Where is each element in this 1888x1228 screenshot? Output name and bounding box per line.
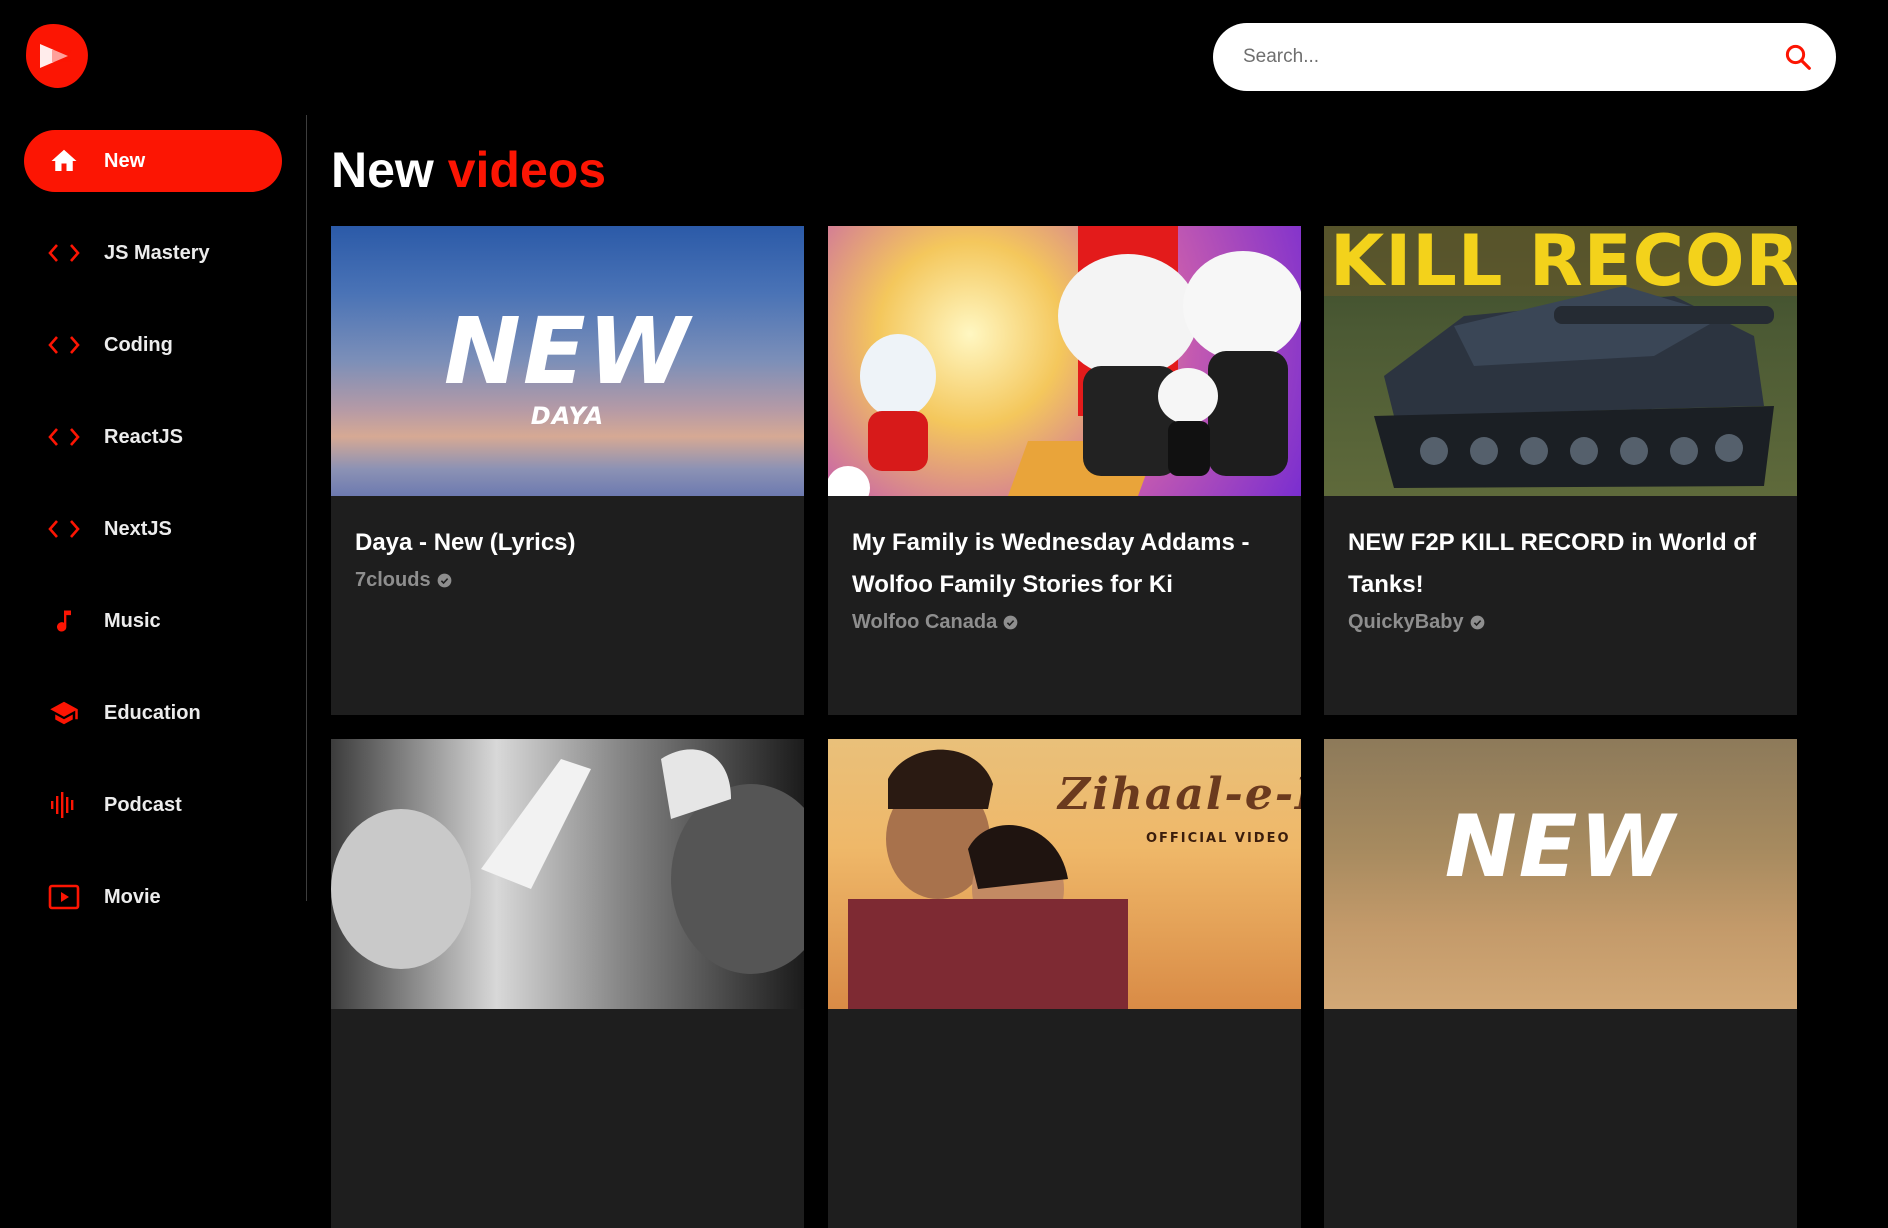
top-bar [0,0,1888,110]
video-title[interactable]: My Family is Wednesday Addams - Wolfoo F… [852,522,1277,606]
video-card[interactable]: NEW DAYA Daya - New (Lyrics) 7clouds [331,226,804,715]
channel-name[interactable]: Wolfoo Canada [852,606,1277,638]
video-thumbnail[interactable]: KILL RECOR [1324,226,1797,496]
thumbnail-subtext: DAYA [530,402,605,430]
verified-check-icon [437,573,451,587]
code-icon [46,511,82,547]
sidebar-item-label: JS Mastery [104,241,210,264]
video-thumbnail[interactable]: NEW DAYA [331,226,804,496]
sidebar-item-music[interactable]: Music [24,590,282,652]
thumbnail-text: NEW [443,298,692,405]
sidebar-item-coding[interactable]: Coding [24,314,282,376]
search-icon [1785,44,1811,70]
channel-name-label: 7clouds [355,569,431,591]
channel-name-label: QuickyBaby [1348,611,1464,633]
thumbnail-subtext: OFFICIAL VIDEO [1146,831,1291,846]
sidebar-item-js-mastery[interactable]: JS Mastery [24,222,282,284]
search-button[interactable] [1780,39,1816,75]
school-icon [46,695,82,731]
sidebar-item-label: ReactJS [104,425,183,448]
channel-name-label: Wolfoo Canada [852,611,998,633]
verified-check-icon [1003,615,1018,629]
sidebar-item-education[interactable]: Education [24,682,282,744]
sidebar-item-label: Music [104,609,161,632]
channel-name[interactable]: QuickyBaby [1348,606,1773,638]
podcast-icon [46,787,82,823]
code-icon [46,235,82,271]
video-thumbnail[interactable]: Zihaal-e-Mis OFFICIAL VIDEO [828,739,1301,1009]
sidebar-item-movie[interactable]: Movie [24,866,282,928]
sidebar-item-reactjs[interactable]: ReactJS [24,406,282,468]
video-thumbnail[interactable] [331,739,804,1009]
verified-check-icon [1470,615,1484,629]
home-icon [46,143,82,179]
page-title: New videos [331,140,606,200]
sidebar-item-label: New [104,149,146,172]
channel-name[interactable]: 7clouds [355,564,780,596]
page-title-accent: videos [447,142,607,198]
video-card[interactable]: My Family is Wednesday Addams - Wolfoo F… [828,226,1301,715]
video-card[interactable]: Zihaal-e-Mis OFFICIAL VIDEO [828,739,1301,1228]
sidebar: New JS Mastery Coding ReactJS NextJS Mus… [0,115,307,910]
sidebar-item-nextjs[interactable]: NextJS [24,498,282,560]
music-note-icon [46,603,82,639]
sidebar-item-label: NextJS [104,517,172,540]
sidebar-item-label: Education [104,701,201,724]
video-title[interactable]: NEW F2P KILL RECORD in World of Tanks! [1348,522,1773,606]
video-card[interactable] [331,739,804,1228]
video-card[interactable]: KILL RECOR NEW F2P KILL RECORD in World … [1324,226,1797,715]
page-title-prefix: New [331,142,434,198]
logo-icon[interactable] [24,22,90,90]
code-icon [46,419,82,455]
video-title[interactable]: Daya - New (Lyrics) [355,522,780,564]
sidebar-item-label: Podcast [104,793,182,816]
dancing-couple-illustration [331,749,804,974]
video-thumbnail[interactable]: NEW [1324,739,1797,1009]
video-thumbnail[interactable] [828,226,1301,496]
video-play-icon [46,879,82,915]
search-bar [1213,23,1836,91]
thumbnail-text: NEW [1444,797,1677,897]
cartoon-illustration [828,226,1301,496]
sidebar-item-new[interactable]: New [24,130,282,192]
video-card[interactable]: NEW [1324,739,1797,1228]
sidebar-item-label: Movie [104,885,161,908]
thumbnail-text: KILL RECOR [1330,226,1797,302]
search-input[interactable] [1241,45,1780,69]
sidebar-item-podcast[interactable]: Podcast [24,774,282,836]
code-icon [46,327,82,363]
thumbnail-text: Zihaal-e-Mis [1058,769,1301,820]
sidebar-item-label: Coding [104,333,173,356]
